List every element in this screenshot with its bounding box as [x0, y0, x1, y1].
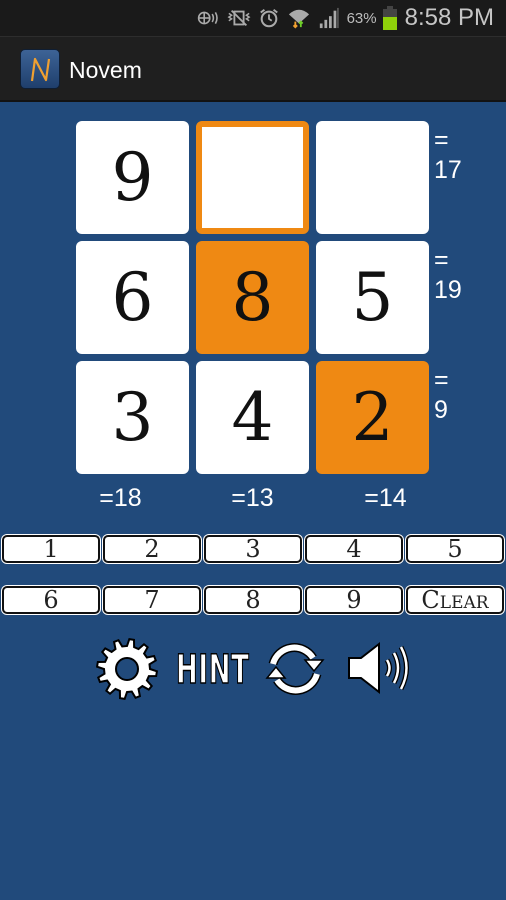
clear-button[interactable]: Clear	[406, 586, 504, 614]
clock: 8:58 PM	[404, 4, 494, 31]
app-logo-icon[interactable]	[20, 49, 60, 89]
grid-cell[interactable]: 2	[316, 361, 429, 474]
key-5[interactable]: 5	[406, 535, 504, 563]
action-bar: Novem	[0, 36, 506, 102]
row-sum-value: 17	[434, 156, 462, 184]
hint-button[interactable]: HINT	[176, 647, 250, 693]
row-sum-equals: =	[434, 126, 449, 154]
nfc-icon	[197, 11, 218, 25]
row-sum-value: 19	[434, 276, 462, 304]
key-9[interactable]: 9	[305, 586, 403, 614]
grid-cell[interactable]: 4	[196, 361, 309, 474]
status-bar: 63% 8:58 PM	[0, 0, 506, 36]
grid-cell[interactable]	[316, 121, 429, 234]
restart-icon[interactable]	[261, 638, 329, 700]
grid-cell[interactable]: 3	[76, 361, 189, 474]
settings-gear-icon[interactable]	[94, 636, 160, 702]
key-3[interactable]: 3	[204, 535, 302, 563]
battery-icon	[382, 6, 397, 30]
app-title: Novem	[69, 57, 142, 83]
row-sum-equals: =	[434, 366, 449, 394]
grid-cell[interactable]: 6	[76, 241, 189, 354]
grid-cell[interactable]: 9	[76, 121, 189, 234]
grid-cell[interactable]: 5	[316, 241, 429, 354]
alarm-icon	[259, 8, 278, 28]
row-sum: = 17	[434, 125, 462, 185]
key-6[interactable]: 6	[2, 586, 100, 614]
key-1[interactable]: 1	[2, 535, 100, 563]
column-sum: =18	[99, 484, 142, 512]
key-4[interactable]: 4	[305, 535, 403, 563]
battery-percent: 63%	[346, 9, 377, 27]
vibrate-mute-icon	[227, 9, 251, 27]
column-sum: =14	[364, 484, 407, 512]
key-8[interactable]: 8	[204, 586, 302, 614]
column-sum: =13	[231, 484, 274, 512]
row-sum-value: 9	[434, 396, 448, 424]
row-sum: = 9	[434, 365, 449, 425]
sound-speaker-icon[interactable]	[346, 638, 416, 698]
signal-icon	[319, 7, 339, 29]
wifi-icon	[288, 9, 309, 29]
key-7[interactable]: 7	[103, 586, 201, 614]
row-sum-equals: =	[434, 246, 449, 274]
grid-cell[interactable]	[196, 121, 309, 234]
key-2[interactable]: 2	[103, 535, 201, 563]
row-sum: = 19	[434, 245, 462, 305]
grid-cell[interactable]: 8	[196, 241, 309, 354]
